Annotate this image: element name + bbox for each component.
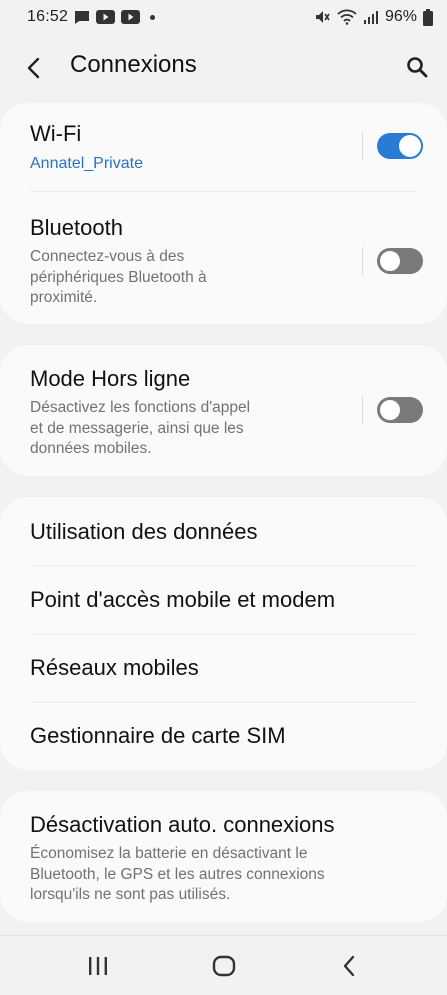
search-button[interactable] [400,50,434,84]
app-header: Connexions [0,40,447,94]
airplane-divider [362,396,363,424]
bluetooth-toggle[interactable] [377,248,423,274]
auto-disconnect-row[interactable]: Désactivation auto. connexions Économise… [0,791,447,922]
page-title: Connexions [70,51,197,78]
airplane-subtitle-line2: et de messagerie, ainsi que les [30,419,244,437]
signal-icon [363,10,379,25]
youtube-icon [121,10,141,24]
wifi-toggle[interactable] [377,133,423,159]
wifi-title: Wi-Fi [30,121,82,146]
airplane-mode-toggle[interactable] [377,397,423,423]
list-item-sim-manager[interactable]: Gestionnaire de carte SIM [0,703,447,770]
card-auto-disconnect: Désactivation auto. connexions Économise… [0,791,447,922]
search-icon [407,57,428,78]
airplane-subtitle-line1: Désactivez les fonctions d'appel [30,399,251,416]
card-airplane: Mode Hors ligne Désactivez les fonctions… [0,345,447,476]
chevron-left-icon [27,57,40,79]
back-icon [343,955,355,977]
list-item-label: Gestionnaire de carte SIM [30,723,286,748]
list-item-mobile-networks[interactable]: Réseaux mobiles [0,635,447,702]
battery-percent: 96% [384,8,417,25]
status-right: 96% [313,8,433,26]
airplane-mode-title: Mode Hors ligne [30,366,191,391]
card-network-list: Utilisation des données Point d'accès mo… [0,497,447,770]
wifi-divider [362,132,363,160]
list-item-hotspot[interactable]: Point d'accès mobile et modem [0,566,447,634]
list-item-label: Point d'accès mobile et modem [30,587,336,612]
bluetooth-subtitle-line1: Connectez-vous à des [30,248,185,265]
youtube-icon [96,10,116,24]
airplane-subtitle-line3: données mobiles. [30,440,152,457]
auto-disconnect-subtitle-line1: Économisez la batterie en désactivant le [30,845,308,862]
auto-disconnect-subtitle-line2: Bluetooth, le GPS et les autres connexio… [30,865,325,883]
wifi-row[interactable]: Wi-Fi Annatel_Private [0,103,447,191]
home-icon [212,955,236,977]
back-button[interactable] [18,52,50,84]
card-wireless: Wi-Fi Annatel_Private Bluetooth Connecte… [0,103,447,324]
recent-apps-icon [89,957,107,975]
toggle-knob [399,135,421,157]
home-button[interactable] [204,950,244,982]
list-item-label: Utilisation des données [30,519,258,544]
bluetooth-subtitle-line2: périphériques Bluetooth à [30,268,207,286]
battery-icon [423,8,433,26]
toggle-knob [378,398,402,422]
mute-icon [313,8,331,26]
status-bar: 16:52 96% [0,0,447,34]
notification-dot [150,14,156,20]
back-nav-button[interactable] [329,950,369,982]
chat-icon [74,10,90,25]
toggle-knob [378,249,402,273]
wifi-icon [337,9,357,25]
system-nav-bar [0,935,447,995]
status-left: 16:52 [27,8,156,26]
bluetooth-title: Bluetooth [30,215,123,240]
auto-disconnect-subtitle-line3: lorsqu'ils ne sont pas utilisés. [30,886,231,903]
list-item-data-usage[interactable]: Utilisation des données [0,497,447,565]
bluetooth-row[interactable]: Bluetooth Connectez-vous à des périphéri… [0,192,447,324]
bluetooth-divider [362,247,363,275]
airplane-mode-row[interactable]: Mode Hors ligne Désactivez les fonctions… [0,345,447,476]
wifi-network-name: Annatel_Private [30,155,143,172]
status-time: 16:52 [27,8,69,25]
bluetooth-subtitle-line3: proximité. [30,289,98,306]
list-item-label: Réseaux mobiles [30,655,199,680]
recent-apps-button[interactable] [78,950,118,982]
auto-disconnect-title: Désactivation auto. connexions [30,812,335,837]
